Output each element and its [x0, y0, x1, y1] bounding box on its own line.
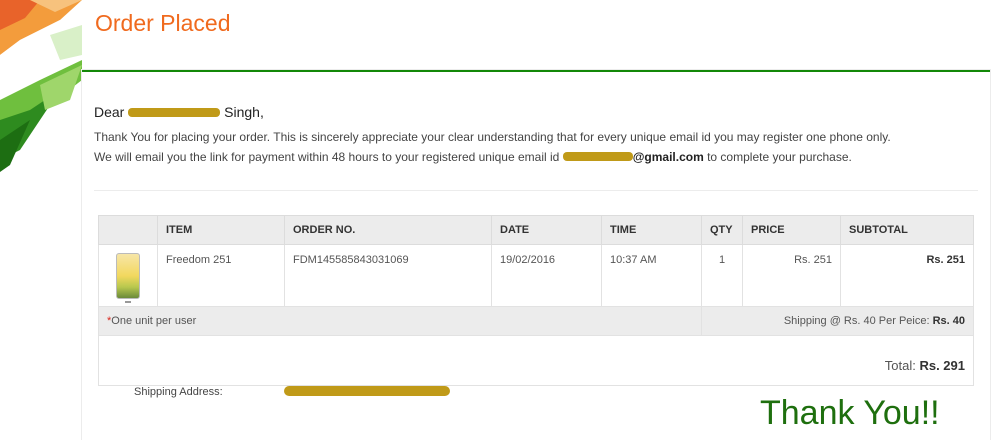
greeting: Dear Singh, — [94, 104, 264, 120]
item-cell: Freedom 251 — [157, 244, 285, 307]
column-header-time: TIME — [601, 215, 702, 245]
column-header-order-no: ORDER NO. — [284, 215, 492, 245]
column-header-price: PRICE — [742, 215, 841, 245]
order-table: ITEM ORDER NO. DATE TIME QTY PRICE SUBTO… — [98, 215, 974, 386]
page-title: Order Placed — [95, 10, 231, 36]
thank-you-message: Thank You!! — [760, 394, 940, 432]
email-domain: @gmail.com — [632, 150, 704, 164]
date-cell: 19/02/2016 — [491, 244, 602, 307]
total-label: Total: — [884, 357, 916, 373]
price-cell: Rs. 251 — [742, 244, 841, 307]
qty-cell: 1 — [701, 244, 743, 307]
order-confirmation-panel: Dear Singh, Thank You for placing your o… — [82, 70, 990, 440]
shipping-charge: Shipping @ Rs. 40 Per Peice: Rs. 40 — [701, 306, 974, 336]
shipping-address-label: Shipping Address: — [134, 386, 223, 398]
unit-note: *One unit per user — [98, 306, 702, 336]
column-header-qty: QTY — [701, 215, 743, 245]
shipping-charge-value: Rs. 40 — [932, 315, 965, 327]
message-line-2-suffix: to complete your purchase. — [707, 150, 852, 164]
redacted-name — [128, 107, 221, 117]
divider — [94, 190, 978, 191]
table-row: Freedom 251 FDM145585843031069 19/02/201… — [98, 244, 974, 307]
tricolor-banner-image — [0, 0, 82, 172]
redacted-email — [562, 152, 633, 162]
summary-row: *One unit per user Shipping @ Rs. 40 Per… — [98, 306, 974, 336]
note-text: One unit per user — [111, 315, 197, 327]
total-row: Total: Rs. 291 — [98, 335, 974, 386]
total-value: Rs. 291 — [919, 357, 965, 373]
column-header-item: ITEM — [157, 215, 285, 245]
column-header-subtotal: SUBTOTAL — [840, 215, 974, 245]
message-line-1: Thank You for placing your order. This i… — [94, 130, 891, 144]
image-column-header — [98, 215, 158, 245]
product-image-cell — [98, 244, 158, 307]
product-phone-thumbnail — [116, 253, 140, 303]
total-cell: Total: Rs. 291 — [98, 335, 974, 386]
order-no-cell: FDM145585843031069 — [284, 244, 492, 307]
greeting-name-suffix: Singh, — [224, 104, 264, 120]
time-cell: 10:37 AM — [601, 244, 702, 307]
column-header-date: DATE — [491, 215, 602, 245]
redacted-shipping-address — [284, 386, 450, 396]
table-header-row: ITEM ORDER NO. DATE TIME QTY PRICE SUBTO… — [98, 215, 974, 245]
greeting-prefix: Dear — [94, 104, 125, 120]
subtotal-cell: Rs. 251 — [840, 244, 974, 307]
message-line-2: We will email you the link for payment w… — [94, 150, 852, 164]
message-line-2-prefix: We will email you the link for payment w… — [94, 150, 560, 164]
shipping-charge-label: Shipping @ Rs. 40 Per Peice: — [783, 315, 930, 327]
